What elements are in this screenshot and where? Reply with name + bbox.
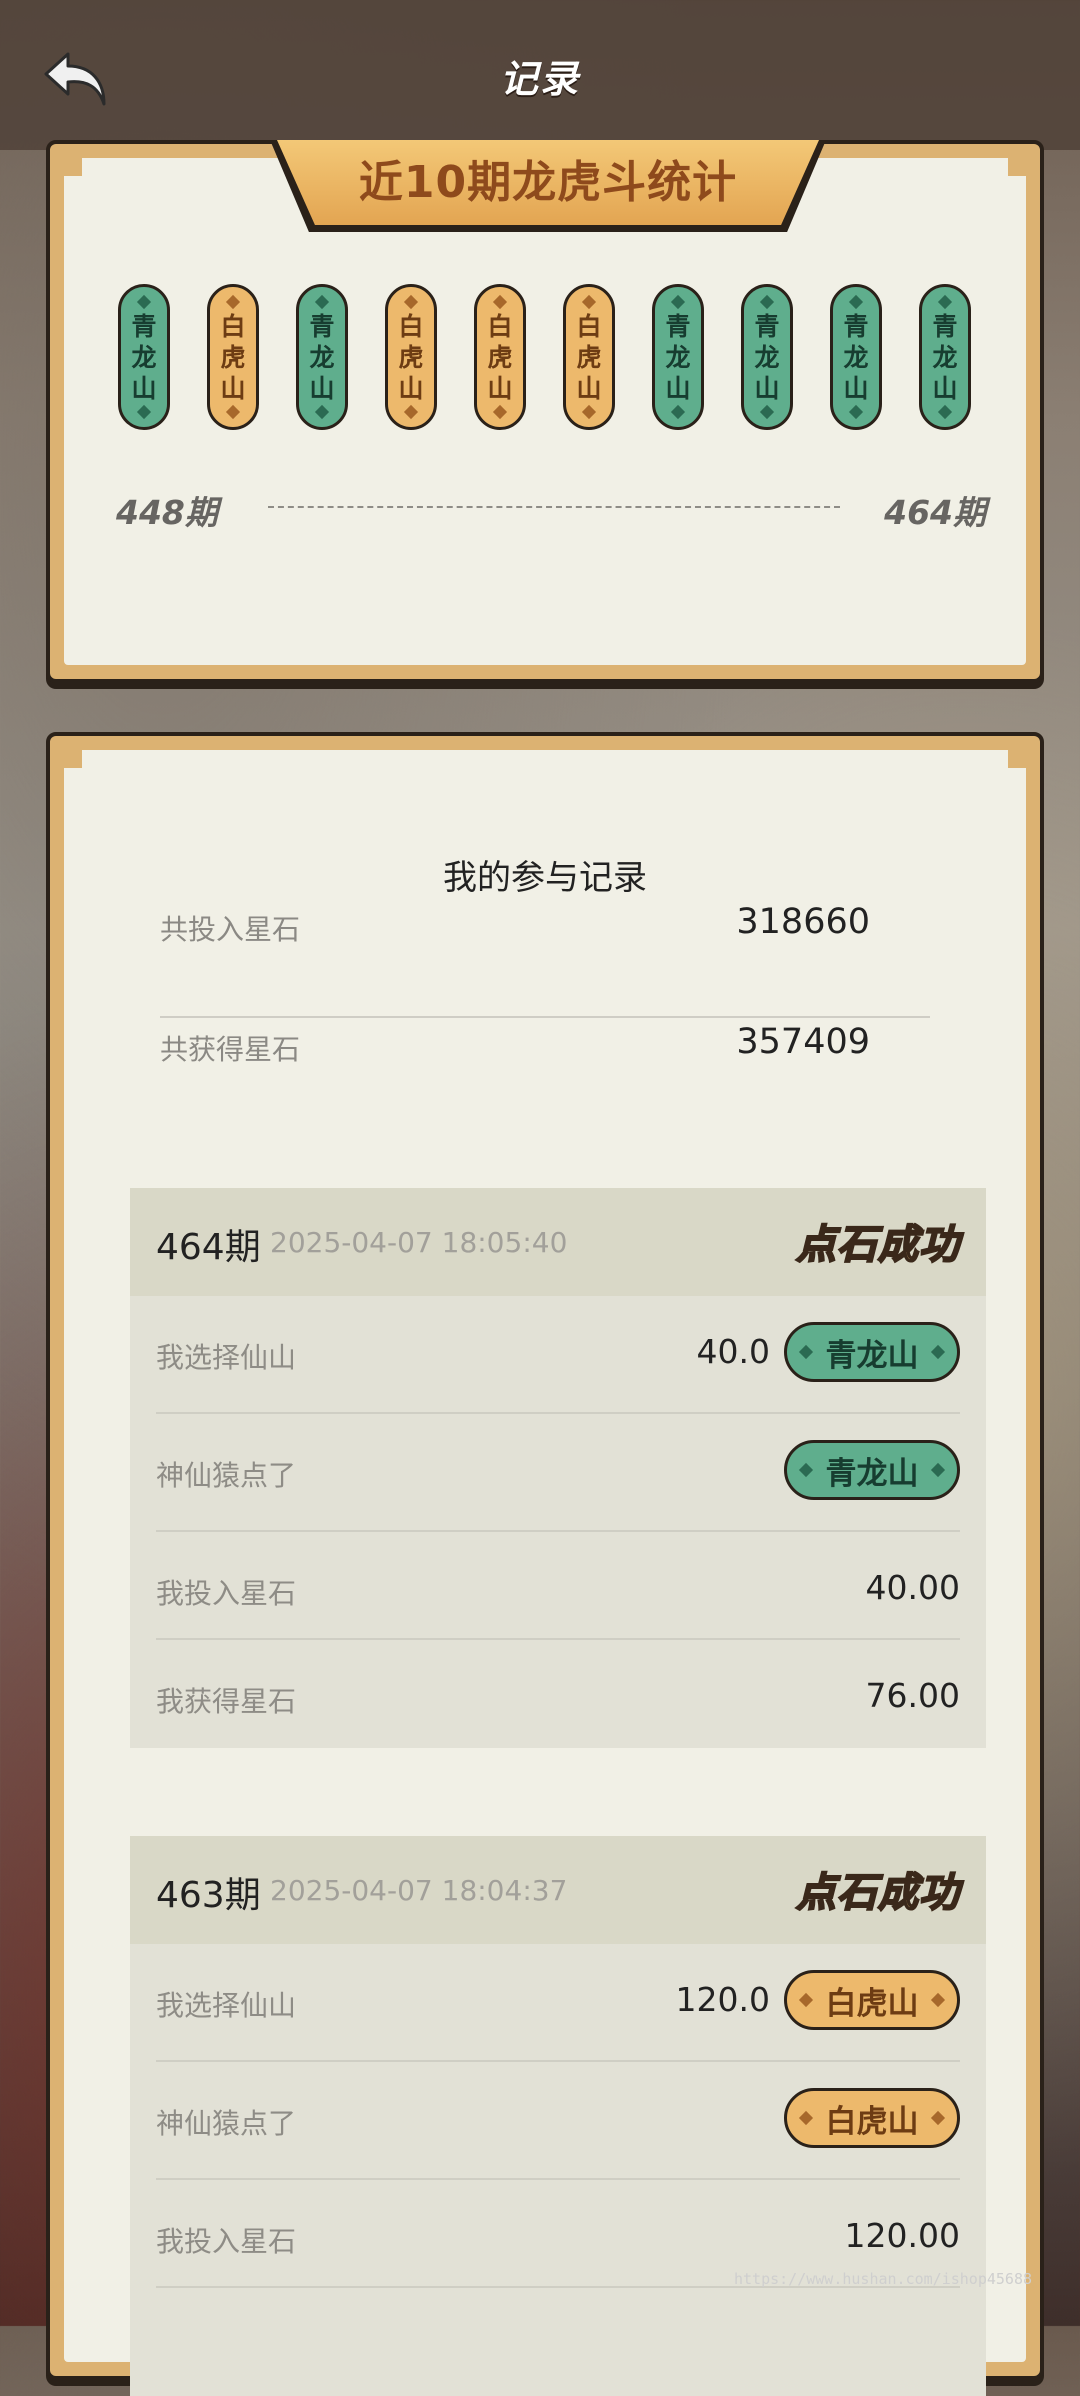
token-char: 山	[932, 373, 958, 403]
token-char: 龙	[754, 342, 780, 372]
token: 青龙山	[919, 284, 971, 430]
token: 青龙山	[118, 284, 170, 430]
choice-amount: 120.0	[675, 1980, 770, 2019]
token-char: 青	[932, 311, 958, 341]
period-divider	[268, 506, 840, 508]
record-date: 2025-04-07 18:05:40	[270, 1226, 568, 1259]
record-period: 463期	[156, 1875, 261, 1916]
token-char: 白	[398, 311, 424, 341]
token: 白虎山	[474, 284, 526, 430]
total-invested-label: 共投入星石	[160, 913, 301, 946]
invest-label: 我投入星石	[156, 2225, 297, 2258]
token: 青龙山	[830, 284, 882, 430]
stats-banner-title: 近10期龙虎斗统计	[358, 157, 738, 208]
token-char: 青	[131, 311, 157, 341]
top-bar: 记录	[0, 0, 1080, 150]
choice-pill: 青龙山	[784, 1322, 960, 1382]
invest-label: 我投入星石	[156, 1577, 297, 1610]
token-char: 山	[398, 373, 424, 403]
records-panel-body: 我的参与记录 共投入星石 318660 共获得星石 357409 464期 20…	[64, 750, 1026, 2396]
total-invested-row: 共投入星石 318660	[160, 890, 930, 970]
choice-label: 我选择仙山	[156, 1341, 297, 1374]
choice-pill-label: 青龙山	[825, 1337, 919, 1374]
choice-pill-label: 白虎山	[825, 1985, 919, 2022]
record-card[interactable]: 463期 2025-04-07 18:04:37 点石成功 我选择仙山 120.…	[130, 1836, 986, 2396]
token-char: 山	[754, 373, 780, 403]
gain-label: 我获得星石	[156, 1685, 297, 1718]
record-period: 464期	[156, 1227, 261, 1268]
result-pill: 白虎山	[784, 2088, 960, 2148]
token-char: 龙	[309, 342, 335, 372]
invest-value: 120.00	[844, 2216, 960, 2255]
invest-value: 40.00	[865, 1568, 960, 1607]
result-row: 神仙猿点了 青龙山	[156, 1414, 960, 1532]
token: 白虎山	[563, 284, 615, 430]
record-card-header: 464期 2025-04-07 18:05:40 点石成功	[130, 1188, 986, 1296]
result-pill-label: 青龙山	[825, 1455, 919, 1492]
result-row: 神仙猿点了 白虎山	[156, 2062, 960, 2180]
token-char: 白	[487, 311, 513, 341]
result-label: 神仙猿点了	[156, 1459, 297, 1492]
token-char: 龙	[843, 342, 869, 372]
token-char: 青	[309, 311, 335, 341]
stats-panel: 近10期龙虎斗统计 青龙山 白虎山 青龙山 白虎山 白虎山 白虎山 青龙山 青龙…	[46, 140, 1044, 683]
token: 青龙山	[741, 284, 793, 430]
token: 青龙山	[652, 284, 704, 430]
token-char: 山	[665, 373, 691, 403]
token-char: 山	[309, 373, 335, 403]
token-char: 虎	[220, 342, 246, 372]
token-char: 青	[665, 311, 691, 341]
token-char: 山	[131, 373, 157, 403]
token-char: 山	[220, 373, 246, 403]
token-char: 山	[576, 373, 602, 403]
token: 青龙山	[296, 284, 348, 430]
token-char: 白	[220, 311, 246, 341]
records-panel: 我的参与记录 共投入星石 318660 共获得星石 357409 464期 20…	[46, 732, 1044, 2396]
record-date: 2025-04-07 18:04:37	[270, 1874, 568, 1907]
record-status: 点石成功	[795, 1221, 960, 1269]
result-pill: 青龙山	[784, 1440, 960, 1500]
token-char: 山	[843, 373, 869, 403]
choice-row: 我选择仙山 120.0 白虎山	[156, 1944, 960, 2062]
token-char: 龙	[665, 342, 691, 372]
token: 白虎山	[385, 284, 437, 430]
record-card[interactable]: 464期 2025-04-07 18:05:40 点石成功 我选择仙山 40.0…	[130, 1188, 986, 1748]
token-char: 龙	[932, 342, 958, 372]
token-char: 虎	[487, 342, 513, 372]
result-pill-label: 白虎山	[825, 2103, 919, 2140]
token-char: 白	[576, 311, 602, 341]
token-char: 青	[843, 311, 869, 341]
choice-label: 我选择仙山	[156, 1989, 297, 2022]
gain-value: 76.00	[865, 1676, 960, 1715]
token-char: 青	[754, 311, 780, 341]
token-list: 青龙山 白虎山 青龙山 白虎山 白虎山 白虎山 青龙山 青龙山 青龙山 青龙山	[118, 284, 978, 434]
total-invested-value: 318660	[736, 902, 870, 942]
choice-pill: 白虎山	[784, 1970, 960, 2030]
result-label: 神仙猿点了	[156, 2107, 297, 2140]
choice-amount: 40.0	[696, 1332, 770, 1371]
total-gained-value: 357409	[736, 1022, 870, 1062]
token-char: 虎	[398, 342, 424, 372]
token: 白虎山	[207, 284, 259, 430]
choice-row: 我选择仙山 40.0 青龙山	[156, 1296, 960, 1414]
record-card-header: 463期 2025-04-07 18:04:37 点石成功	[130, 1836, 986, 1944]
period-start-label: 448期	[116, 493, 218, 532]
watermark-url: https://www.hushan.com/ishop45688	[733, 2270, 1032, 2288]
token-char: 虎	[576, 342, 602, 372]
period-end-label: 464期	[884, 493, 986, 532]
invest-row: 我投入星石 40.00	[156, 1532, 960, 1640]
token-char: 龙	[131, 342, 157, 372]
total-gained-row: 共获得星石 357409	[160, 1010, 930, 1090]
page-title: 记录	[499, 57, 580, 101]
token-char: 山	[487, 373, 513, 403]
record-status: 点石成功	[795, 1869, 960, 1917]
gain-row: 我获得星石 76.00	[156, 1640, 960, 1746]
total-gained-label: 共获得星石	[160, 1033, 301, 1066]
